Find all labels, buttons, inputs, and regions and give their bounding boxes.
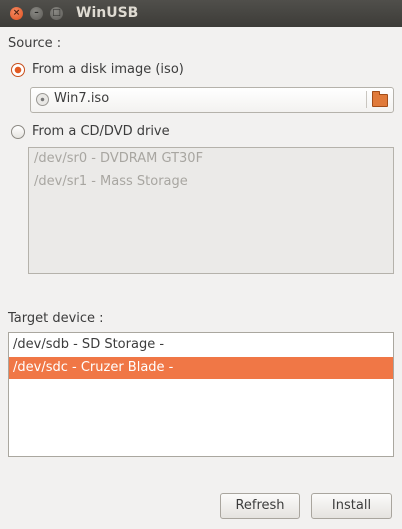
chooser-separator — [366, 91, 367, 108]
iso-file-name: Win7.iso — [54, 91, 110, 106]
iso-file-chooser[interactable]: Win7.iso — [30, 87, 394, 113]
maximize-window-icon[interactable]: □ — [50, 7, 63, 20]
folder-open-icon[interactable] — [372, 91, 388, 107]
minimize-window-icon[interactable]: – — [30, 7, 43, 20]
target-device-item-label: /dev/sdc - Cruzer Blade - — [13, 360, 174, 375]
winusb-window: × – □ WinUSB Source : From a disk image … — [0, 0, 402, 529]
window-title: WinUSB — [76, 5, 139, 21]
target-device-item-selected[interactable]: /dev/sdc - Cruzer Blade - — [9, 357, 393, 379]
close-window-icon[interactable]: × — [10, 7, 23, 20]
target-device-item[interactable]: /dev/sdb - SD Storage - — [9, 334, 393, 356]
title-bar[interactable]: × – □ WinUSB — [0, 0, 402, 27]
cd-drive-item: /dev/sr1 - Mass Storage — [34, 174, 188, 189]
source-label: Source : — [8, 36, 62, 51]
target-device-item-label: /dev/sdb - SD Storage - — [13, 337, 165, 352]
refresh-button[interactable]: Refresh — [220, 493, 300, 519]
disk-image-radio[interactable] — [11, 63, 25, 77]
install-button[interactable]: Install — [311, 493, 392, 519]
disk-image-option-label[interactable]: From a disk image (iso) — [32, 62, 184, 77]
disc-icon — [36, 93, 49, 106]
target-device-label: Target device : — [8, 311, 104, 326]
cd-drive-item: /dev/sr0 - DVDRAM GT30F — [34, 151, 204, 166]
cd-drive-list: /dev/sr0 - DVDRAM GT30F /dev/sr1 - Mass … — [28, 147, 394, 274]
target-device-list[interactable]: /dev/sdb - SD Storage - /dev/sdc - Cruze… — [8, 332, 394, 457]
cd-dvd-option-label[interactable]: From a CD/DVD drive — [32, 124, 170, 139]
cd-dvd-radio[interactable] — [11, 125, 25, 139]
